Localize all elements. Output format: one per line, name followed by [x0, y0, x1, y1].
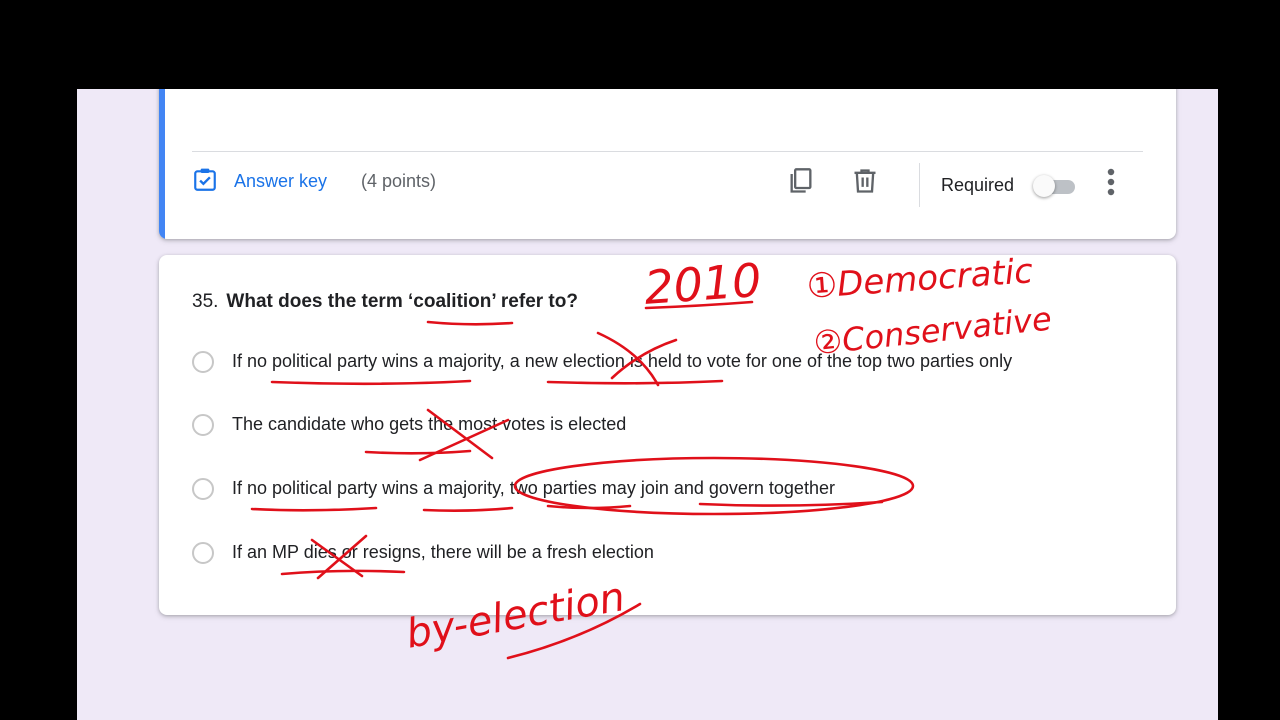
toggle-knob — [1033, 175, 1055, 197]
question-text: What does the term ‘coalition’ refer to? — [226, 291, 578, 312]
question-title: 35. What does the term ‘coalition’ refer … — [192, 291, 578, 313]
option-label: If no political party wins a majority, t… — [232, 478, 835, 498]
question-number: 35. — [192, 291, 219, 312]
delete-icon[interactable] — [851, 167, 879, 195]
radio-button[interactable] — [192, 542, 214, 564]
option-row[interactable]: If an MP dies or resigns, there will be … — [192, 540, 1152, 570]
points-label: (4 points) — [361, 171, 437, 191]
question-card[interactable]: 35. What does the term ‘coalition’ refer … — [159, 255, 1176, 615]
answer-key-icon[interactable] — [192, 167, 218, 193]
option-label: The candidate who gets the most votes is… — [232, 414, 627, 434]
option-row[interactable]: If no political party wins a majority, a… — [192, 349, 1152, 379]
required-toggle[interactable] — [1033, 175, 1077, 199]
option-row[interactable]: If no political party wins a majority, t… — [192, 476, 1152, 506]
option-label: If no political party wins a majority, a… — [232, 351, 1013, 371]
question-footer: Answer key (4 points) Required — [159, 163, 1176, 217]
more-options-icon[interactable] — [1103, 167, 1119, 197]
form-editor-canvas: Answer key (4 points) Required 35. What … — [77, 89, 1218, 720]
radio-button[interactable] — [192, 414, 214, 436]
option-row[interactable]: The candidate who gets the most votes is… — [192, 412, 1152, 442]
card-divider — [192, 151, 1143, 152]
duplicate-icon[interactable] — [787, 167, 815, 195]
required-label: Required — [941, 175, 1015, 195]
radio-button[interactable] — [192, 478, 214, 500]
previous-question-card[interactable]: Answer key (4 points) Required — [159, 89, 1176, 239]
radio-button[interactable] — [192, 351, 214, 373]
answer-key-link[interactable]: Answer key — [234, 171, 327, 192]
toolbar-separator — [919, 163, 920, 207]
option-label: If an MP dies or resigns, there will be … — [232, 542, 654, 562]
